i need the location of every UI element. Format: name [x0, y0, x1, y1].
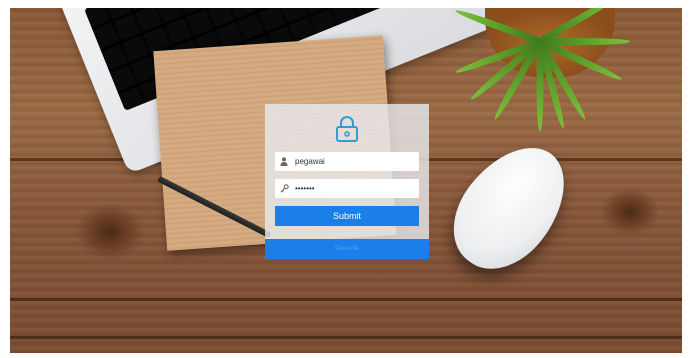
wood-knot	[600, 188, 660, 236]
lock-icon	[336, 116, 358, 142]
username-field[interactable]	[275, 152, 419, 171]
footer-link-button[interactable]: Pen-ndik	[265, 239, 429, 259]
plant-leaf	[540, 38, 630, 45]
mouse-image	[432, 126, 588, 289]
wood-knot	[75, 203, 145, 261]
plank-divider	[10, 336, 682, 339]
key-icon	[275, 184, 293, 193]
login-form: Submit	[265, 104, 429, 239]
password-field[interactable]	[275, 179, 419, 198]
login-page: Submit Pen-ndik	[0, 0, 691, 358]
user-icon	[275, 157, 293, 166]
plank-divider	[10, 298, 682, 301]
password-input[interactable]	[293, 184, 415, 193]
username-input[interactable]	[293, 157, 415, 166]
submit-button[interactable]: Submit	[275, 206, 419, 226]
